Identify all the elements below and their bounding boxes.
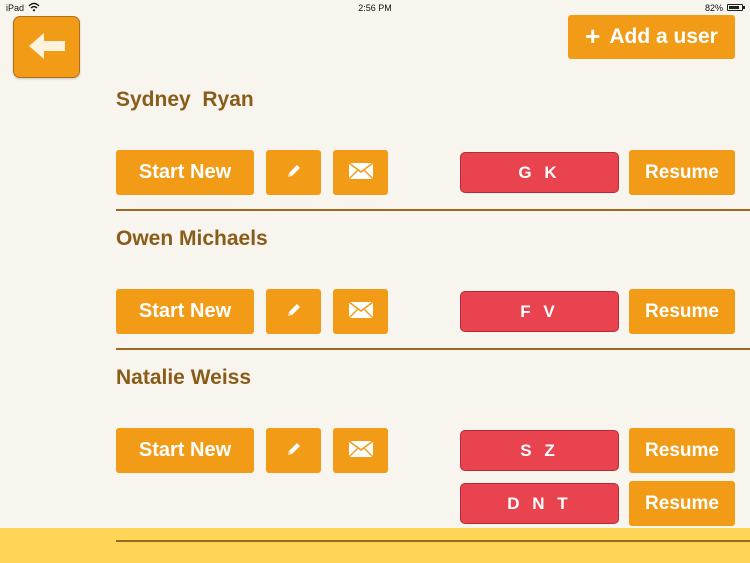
pencil-icon	[285, 162, 303, 183]
divider	[116, 209, 750, 211]
pencil-icon	[285, 301, 303, 322]
session-initials-button[interactable]: D N T	[460, 483, 619, 524]
back-button[interactable]	[13, 16, 80, 78]
divider	[116, 348, 750, 350]
battery-icon	[727, 4, 745, 11]
status-bar: iPad 2:56 PM 82%	[0, 0, 750, 16]
resume-button[interactable]: Resume	[629, 428, 735, 473]
resume-button[interactable]: Resume	[629, 289, 735, 334]
resume-button[interactable]: Resume	[629, 481, 735, 526]
resume-button[interactable]: Resume	[629, 150, 735, 195]
envelope-icon	[348, 162, 374, 183]
battery-percent: 82%	[705, 3, 724, 13]
divider	[116, 540, 750, 542]
footer-bar	[0, 528, 750, 563]
email-user-button[interactable]	[333, 150, 388, 195]
start-new-button[interactable]: Start New	[116, 289, 254, 334]
user-name: Owen Michaels	[116, 227, 268, 250]
session-initials-button[interactable]: F V	[460, 291, 619, 332]
pencil-icon	[285, 440, 303, 461]
plus-icon: +	[585, 20, 601, 51]
email-user-button[interactable]	[333, 428, 388, 473]
envelope-icon	[348, 440, 374, 461]
edit-user-button[interactable]	[266, 428, 321, 473]
user-name: Sydney Ryan	[116, 88, 254, 111]
edit-user-button[interactable]	[266, 289, 321, 334]
session-initials-button[interactable]: S Z	[460, 430, 619, 471]
edit-user-button[interactable]	[266, 150, 321, 195]
arrow-left-icon	[27, 31, 67, 64]
email-user-button[interactable]	[333, 289, 388, 334]
session-initials-button[interactable]: G K	[460, 152, 619, 193]
start-new-button[interactable]: Start New	[116, 150, 254, 195]
envelope-icon	[348, 301, 374, 322]
user-name: Natalie Weiss	[116, 366, 252, 389]
status-time: 2:56 PM	[358, 3, 392, 13]
add-user-label: Add a user	[609, 25, 718, 48]
start-new-button[interactable]: Start New	[116, 428, 254, 473]
add-user-button[interactable]: + Add a user	[568, 15, 735, 59]
